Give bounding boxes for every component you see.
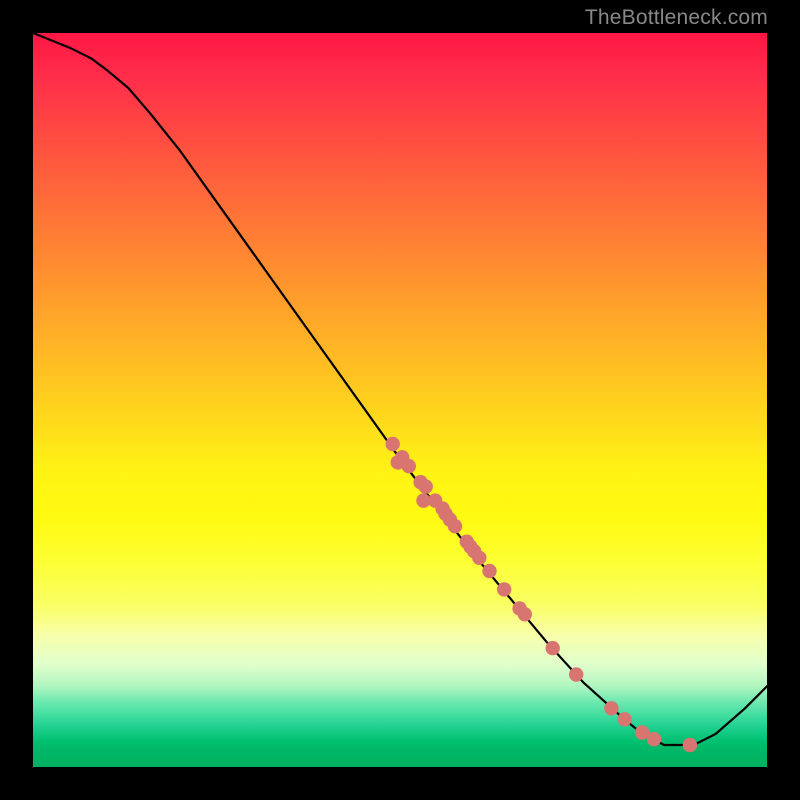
data-point [604,701,618,715]
data-point [617,712,631,726]
data-point [683,738,697,752]
data-point [419,479,433,493]
chart-overlay [33,33,767,767]
data-point [448,519,462,533]
data-point [402,459,416,473]
data-point [472,551,486,565]
chart-line [33,33,767,745]
data-point [647,732,661,746]
data-point [546,641,560,655]
watermark-text: TheBottleneck.com [585,6,768,30]
data-point [518,607,532,621]
data-point [386,437,400,451]
data-point [497,582,511,596]
data-point [569,667,583,681]
data-point [482,564,496,578]
scatter-points [386,437,698,752]
